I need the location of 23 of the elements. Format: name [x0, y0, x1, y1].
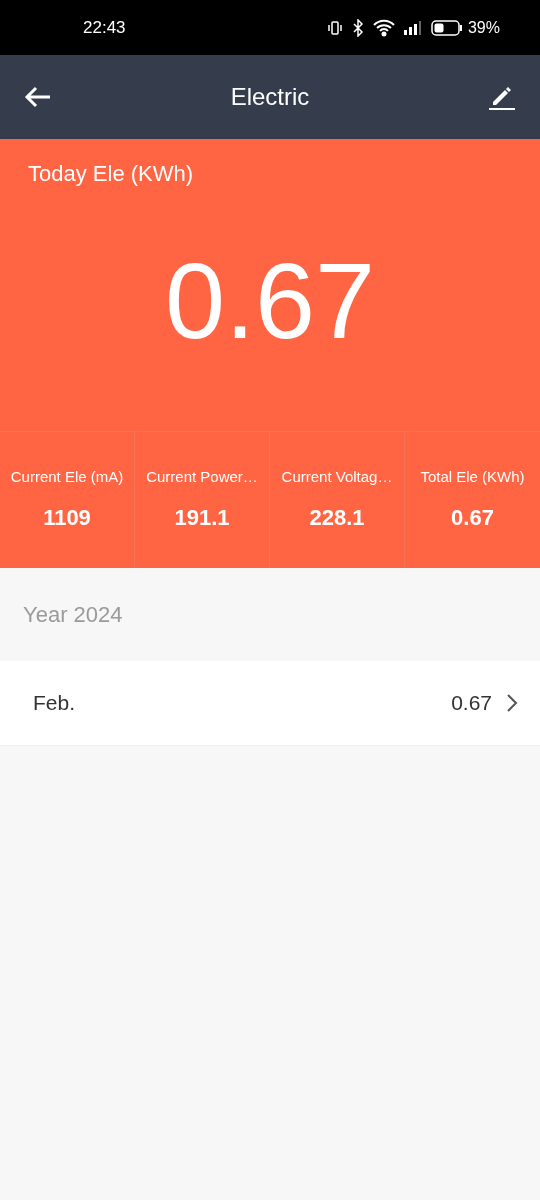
bluetooth-icon — [351, 18, 364, 37]
battery-percent: 39% — [467, 17, 500, 38]
stat-value: 228.1 — [309, 503, 365, 532]
stat-value: 191.1 — [174, 503, 230, 532]
wifi-icon — [372, 18, 395, 37]
today-value: 0.67 — [164, 246, 376, 355]
month-row[interactable]: Feb. 0.67 — [0, 661, 540, 746]
stat-label: Current Voltag… — [281, 467, 393, 488]
stat-label: Total Ele (KWh) — [420, 467, 525, 488]
battery-icon — [430, 19, 463, 36]
chevron-icon — [506, 693, 518, 713]
stat-value: 1109 — [43, 503, 91, 532]
vibrate-icon — [326, 19, 343, 36]
signal-icon — [403, 19, 422, 36]
page-title: Electric — [230, 82, 310, 112]
today-label: Today Ele (KWh) — [27, 160, 195, 188]
stat-label: Current Power… — [146, 467, 258, 488]
status-time: 22:43 — [83, 16, 126, 39]
month-label: Feb. — [33, 690, 77, 717]
stat-label: Current Ele (mA) — [10, 467, 124, 488]
year-heading: Year 2024 — [23, 601, 123, 629]
stat-value: 0.67 — [451, 503, 494, 532]
month-value: 0.67 — [451, 690, 492, 717]
